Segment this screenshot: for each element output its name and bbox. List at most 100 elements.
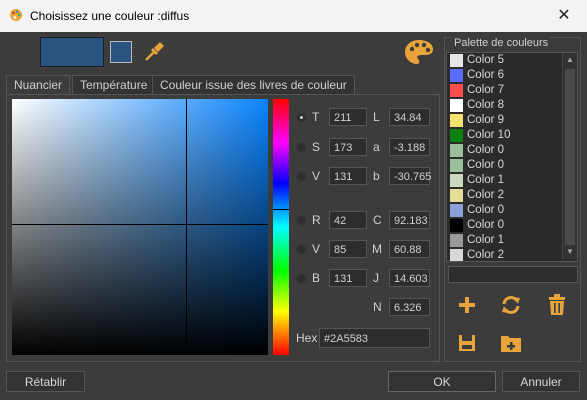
palette-item[interactable]: Color 2 <box>447 248 577 261</box>
palette-item[interactable]: Color 6 <box>447 68 577 83</box>
palette-item-label: Color 0 <box>467 144 505 156</box>
label-m: M <box>372 242 382 256</box>
add-color-icon[interactable] <box>458 296 476 314</box>
field-saturation[interactable]: 173 <box>329 138 367 156</box>
label-hex: Hex <box>296 331 318 345</box>
refresh-icon[interactable] <box>500 294 522 316</box>
field-c[interactable]: 92.183 <box>389 211 430 229</box>
palette-item[interactable]: Color 1 <box>447 233 577 248</box>
palette-swatch <box>450 159 463 172</box>
open-folder-icon[interactable] <box>500 333 522 353</box>
trash-icon[interactable] <box>547 294 567 316</box>
palette-item-label: Color 0 <box>467 219 505 231</box>
palette-item[interactable]: Color 2 <box>447 188 577 203</box>
palette-item-label: Color 2 <box>467 249 505 261</box>
label-s: S <box>312 140 321 154</box>
tab-color-books[interactable]: Couleur issue des livres de couleur <box>152 75 355 95</box>
label-n: N <box>373 300 382 314</box>
label-r: R <box>312 213 321 227</box>
label-c: C <box>373 213 382 227</box>
palette-icon-large <box>405 40 433 64</box>
radio-blue[interactable] <box>296 273 307 284</box>
crosshair-horizontal <box>12 224 268 225</box>
palette-item[interactable]: Color 0 <box>447 158 577 173</box>
scroll-thumb[interactable] <box>565 69 575 245</box>
crosshair-vertical <box>186 99 187 355</box>
saturation-value-field[interactable] <box>12 99 268 355</box>
window-title: Choisissez une couleur :diffus <box>30 9 190 23</box>
palette-swatch <box>450 144 463 157</box>
close-button[interactable]: ✕ <box>541 0 587 32</box>
palette-item[interactable]: Color 9 <box>447 113 577 128</box>
palette-item-label: Color 0 <box>467 204 505 216</box>
hue-slider[interactable] <box>273 99 289 355</box>
title-bar: Choisissez une couleur :diffus ✕ <box>0 0 587 32</box>
palette-item-label: Color 10 <box>467 129 511 141</box>
current-color-swatch <box>40 37 104 67</box>
palette-item[interactable]: Color 7 <box>447 83 577 98</box>
palette-icon <box>10 9 22 21</box>
label-b: B <box>312 271 321 285</box>
hue-marker <box>273 209 289 210</box>
hex-field[interactable]: #2A5583 <box>319 328 430 348</box>
radio-value[interactable] <box>296 171 307 182</box>
label-a: a <box>373 140 380 154</box>
radio-hue[interactable] <box>296 112 307 123</box>
label-lab-b: b <box>373 169 380 183</box>
tab-nuancier[interactable]: Nuancier <box>6 75 71 95</box>
field-green[interactable]: 85 <box>329 240 367 258</box>
tab-temperature[interactable]: Température <box>72 75 156 95</box>
palette-item[interactable]: Color 1 <box>447 173 577 188</box>
previous-color-swatch[interactable] <box>110 41 132 63</box>
field-n[interactable]: 6.326 <box>389 298 430 316</box>
save-icon[interactable] <box>458 334 476 352</box>
palette-swatch <box>450 189 463 202</box>
cancel-button[interactable]: Annuler <box>502 371 580 392</box>
palette-name-field[interactable] <box>448 266 578 283</box>
radio-red[interactable] <box>296 215 307 226</box>
palette-swatch <box>450 204 463 217</box>
palette-item-label: Color 1 <box>467 234 505 246</box>
palette-swatch <box>450 84 463 97</box>
field-j[interactable]: 14.603 <box>389 269 430 287</box>
field-hue[interactable]: 211 <box>329 108 367 126</box>
palette-item-label: Color 7 <box>467 84 505 96</box>
field-value[interactable]: 131 <box>329 167 367 185</box>
label-t: T <box>312 110 320 124</box>
reset-button[interactable]: Rétablir <box>6 371 85 392</box>
palette-swatch <box>450 114 463 127</box>
label-j: J <box>373 271 379 285</box>
palette-list[interactable]: Color 5 Color 6 Color 7 Color 8 Color 9 Color… <box>446 52 578 262</box>
palette-item-label: Color 2 <box>467 189 505 201</box>
radio-saturation[interactable] <box>296 142 307 153</box>
palette-item[interactable]: Color 0 <box>447 143 577 158</box>
palette-item[interactable]: Color 0 <box>447 218 577 233</box>
ok-button[interactable]: OK <box>388 371 496 392</box>
field-a[interactable]: -3.188 <box>389 138 430 156</box>
palette-item[interactable]: Color 0 <box>447 203 577 218</box>
palette-item[interactable]: Color 8 <box>447 98 577 113</box>
palette-item-label: Color 9 <box>467 114 505 126</box>
scroll-up-icon[interactable]: ▲ <box>563 53 577 67</box>
palette-item[interactable]: Color 10 <box>447 128 577 143</box>
eyedropper-icon[interactable] <box>142 40 166 64</box>
palette-swatch <box>450 219 463 232</box>
field-lab-b[interactable]: -30.765 <box>389 167 431 185</box>
radio-green[interactable] <box>296 244 307 255</box>
label-v: V <box>312 169 321 183</box>
field-m[interactable]: 60.88 <box>389 240 430 258</box>
scroll-down-icon[interactable]: ▼ <box>563 245 577 259</box>
palette-scrollbar[interactable]: ▲ ▼ <box>562 53 577 259</box>
palette-swatch <box>450 69 463 82</box>
field-blue[interactable]: 131 <box>329 269 367 287</box>
palette-swatch <box>450 234 463 247</box>
field-red[interactable]: 42 <box>329 211 367 229</box>
palette-item-label: Color 5 <box>467 54 505 66</box>
label-l: L <box>373 110 380 124</box>
palette-item-label: Color 6 <box>467 69 505 81</box>
palette-item-label: Color 1 <box>467 174 505 186</box>
palette-item[interactable]: Color 5 <box>447 53 577 68</box>
field-l[interactable]: 34.84 <box>389 108 430 126</box>
palette-item-label: Color 0 <box>467 159 505 171</box>
palette-swatch <box>450 249 463 261</box>
